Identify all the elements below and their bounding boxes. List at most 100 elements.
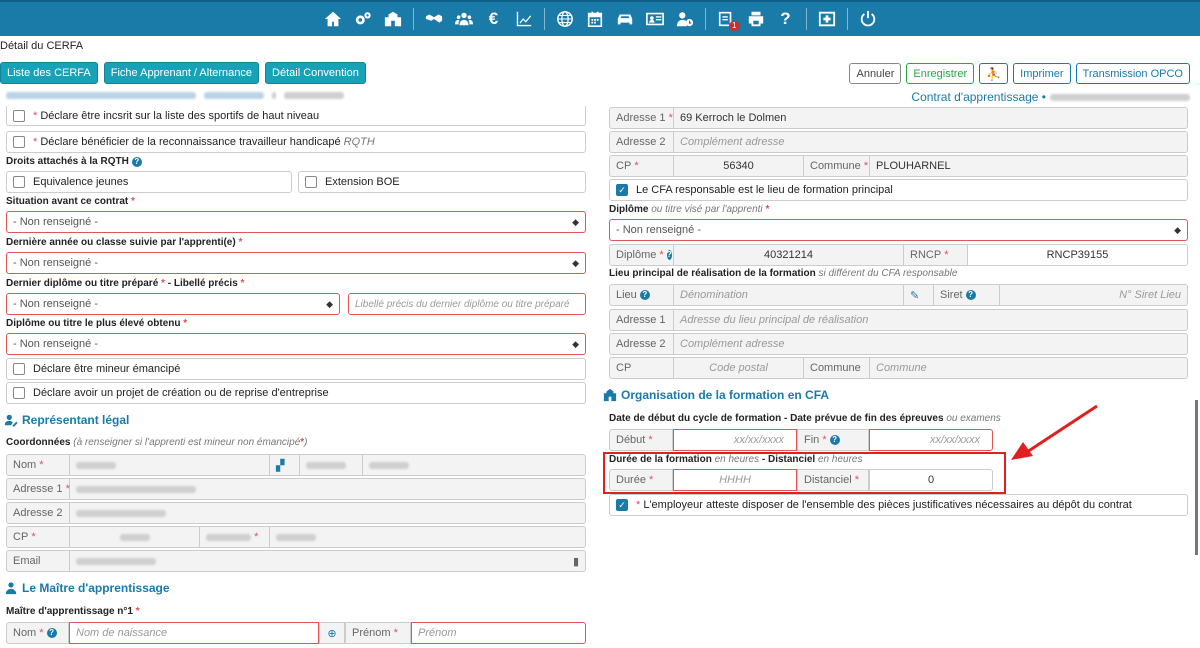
rqth-checkbox-row[interactable]: * Déclare bénéficier de la reconnaissanc… xyxy=(6,131,586,153)
equivalence-checkbox-row[interactable]: Equivalence jeunes xyxy=(6,171,292,193)
contract-type-label: Contrat d'apprentissage • xyxy=(911,90,1046,104)
tab-detail-convention[interactable]: Détail Convention xyxy=(265,62,366,84)
maitre-nom-row: Nom *? Nom de naissance ⊕ Prénom * Préno… xyxy=(6,622,586,644)
task-list-icon[interactable]: 1 xyxy=(716,9,740,31)
cfa-adresse1-input[interactable]: 69 Kerroch le Dolmen xyxy=(674,108,1187,128)
coordonnees-label: Coordonnées (à renseigner si l'apprenti … xyxy=(6,437,308,448)
boe-checkbox[interactable] xyxy=(305,176,317,188)
boe-checkbox-row[interactable]: Extension BOE xyxy=(298,171,586,193)
line-chart-icon[interactable] xyxy=(514,9,534,29)
lieu-row: Lieu? Dénomination ✎ Siret? N° Siret Lie… xyxy=(609,284,1188,306)
employeur-label: L'employeur atteste disposer de l'ensemb… xyxy=(643,499,1132,511)
transmission-opco-button[interactable]: Transmission OPCO xyxy=(1075,63,1190,84)
libelle-precis-input[interactable]: Libellé précis du dernier diplôme ou tit… xyxy=(348,293,586,315)
projet-checkbox[interactable] xyxy=(13,387,25,399)
rncp-input[interactable]: RNCP39155 xyxy=(968,245,1187,265)
diplome-rncp-row: Diplôme *? 40321214 RNCP * RNCP39155 xyxy=(609,244,1188,266)
fin-input[interactable]: xx/xx/xxxx xyxy=(869,429,993,451)
medical-box-icon[interactable] xyxy=(817,9,837,29)
equivalence-checkbox[interactable] xyxy=(13,176,25,188)
user-plus-icon[interactable]: ⊕ xyxy=(319,622,345,644)
projet-checkbox-row[interactable]: Déclare avoir un projet de création ou d… xyxy=(6,382,586,404)
info-icon[interactable]: ? xyxy=(46,628,57,638)
info-icon[interactable]: ? xyxy=(131,156,142,167)
cfa-adresse2-input[interactable]: Complément adresse xyxy=(674,132,1187,152)
cfa-adresse2-label: Adresse 2 xyxy=(610,132,674,152)
rep-cp-input[interactable] xyxy=(70,527,200,547)
tab-fiche-apprenant[interactable]: Fiche Apprenant / Alternance xyxy=(103,62,260,84)
print-icon[interactable] xyxy=(746,9,766,29)
rep-nom-row: Nom * ▞ xyxy=(6,454,586,476)
employeur-checkbox-row[interactable]: ✓ * L'employeur atteste disposer de l'en… xyxy=(609,494,1188,516)
lieu-adresse2-input[interactable]: Complément adresse xyxy=(674,334,1187,354)
dernier-diplome-select[interactable]: - Non renseigné - ◆ xyxy=(6,293,340,315)
lieu-label: Lieu? xyxy=(610,285,674,305)
rep-nom-label: Nom * xyxy=(7,455,70,475)
debut-input[interactable]: xx/xx/xxxx xyxy=(673,429,797,451)
help-icon[interactable]: ? xyxy=(776,9,796,29)
learner-action-button[interactable]: ⛹ xyxy=(979,63,1009,84)
diplome-code-input[interactable]: 40321214 xyxy=(674,245,904,265)
home-icon[interactable] xyxy=(323,9,343,29)
mineur-checkbox[interactable] xyxy=(13,363,25,375)
cancel-button[interactable]: Annuler xyxy=(849,63,902,84)
info-icon[interactable]: ? xyxy=(829,435,840,445)
rep-adresse2-input[interactable] xyxy=(70,503,585,523)
rqth-checkbox[interactable] xyxy=(13,136,25,148)
rep-adresse1-input[interactable] xyxy=(70,479,585,499)
cfa-adresse1-label: Adresse 1 * xyxy=(610,108,674,128)
user-edit-icon[interactable]: ✎ xyxy=(904,285,934,305)
cfa-commune-input[interactable]: PLOUHARNEL xyxy=(870,156,1187,176)
calendar-icon[interactable] xyxy=(585,9,605,29)
lieu-cp-input[interactable]: Code postal xyxy=(674,358,804,378)
situation-label: Situation avant ce contrat * xyxy=(6,196,135,207)
info-icon[interactable]: ? xyxy=(639,290,650,300)
gears-icon[interactable] xyxy=(353,9,373,29)
rep-email-input[interactable]: ▮ xyxy=(70,551,585,571)
school-icon[interactable] xyxy=(383,9,403,29)
euro-icon[interactable]: € xyxy=(484,9,504,29)
tab-liste-cerfa[interactable]: Liste des CERFA xyxy=(0,62,98,84)
key-icon: ▮ xyxy=(572,555,579,568)
cfa-responsable-checkbox[interactable]: ✓ xyxy=(616,184,628,196)
derniere-annee-select[interactable]: - Non renseigné - ◆ xyxy=(6,252,586,274)
lieu-adresse1-input[interactable]: Adresse du lieu principal de réalisation xyxy=(674,310,1187,330)
print-button[interactable]: Imprimer xyxy=(1013,63,1071,84)
handshake-icon[interactable] xyxy=(424,9,444,29)
lieu-input[interactable]: Dénomination xyxy=(674,285,904,305)
globe-icon[interactable] xyxy=(555,9,575,29)
rep-prenom-input[interactable] xyxy=(363,455,585,475)
maitre-prenom-input[interactable]: Prénom xyxy=(411,622,586,644)
diplome-eleve-select[interactable]: - Non renseigné - ◆ xyxy=(6,333,586,355)
user-clock-icon[interactable] xyxy=(675,9,695,29)
siret-input[interactable]: N° Siret Lieu xyxy=(1000,285,1187,305)
lieu-adresse1-row: Adresse 1 Adresse du lieu principal de r… xyxy=(609,309,1188,331)
power-icon[interactable] xyxy=(858,9,878,29)
cfa-responsable-checkbox-row[interactable]: ✓ Le CFA responsable est le lieu de forma… xyxy=(609,179,1188,201)
users-icon[interactable] xyxy=(454,9,474,29)
car-icon[interactable] xyxy=(615,9,635,29)
lieu-adresse2-label: Adresse 2 xyxy=(610,334,674,354)
cfa-cp-input[interactable]: 56340 xyxy=(674,156,804,176)
sportifs-checkbox-row[interactable]: * Déclare être incsrit sur la liste des … xyxy=(6,106,586,126)
diplome-eleve-select-value: - Non renseigné - xyxy=(13,338,98,350)
employeur-checkbox[interactable]: ✓ xyxy=(616,499,628,511)
cfa-adresse1-row: Adresse 1 * 69 Kerroch le Dolmen xyxy=(609,107,1188,129)
rep-commune-input[interactable] xyxy=(270,527,585,547)
nav-group-6 xyxy=(848,8,888,30)
sportifs-checkbox[interactable] xyxy=(13,109,25,122)
info-icon[interactable]: ? xyxy=(666,250,672,260)
scrollbar[interactable] xyxy=(1195,400,1198,555)
lieu-commune-input[interactable]: Commune xyxy=(870,358,1187,378)
info-icon[interactable]: ? xyxy=(965,290,976,300)
situation-select[interactable]: - Non renseigné - ◆ xyxy=(6,211,586,233)
contact-card-icon[interactable]: ▞ xyxy=(270,455,300,475)
rep-nom-input[interactable] xyxy=(70,455,270,475)
maitre-nom-input[interactable]: Nom de naissance xyxy=(69,622,319,644)
rep-adresse2-label: Adresse 2 xyxy=(7,503,70,523)
save-button[interactable]: Enregistrer xyxy=(906,63,975,84)
dernier-diplome-select-value: - Non renseigné - xyxy=(13,298,98,310)
id-card-icon[interactable] xyxy=(645,9,665,29)
diplome-vise-select[interactable]: - Non renseigné - ◆ xyxy=(609,219,1188,241)
mineur-checkbox-row[interactable]: Déclare être mineur émancipé xyxy=(6,358,586,380)
